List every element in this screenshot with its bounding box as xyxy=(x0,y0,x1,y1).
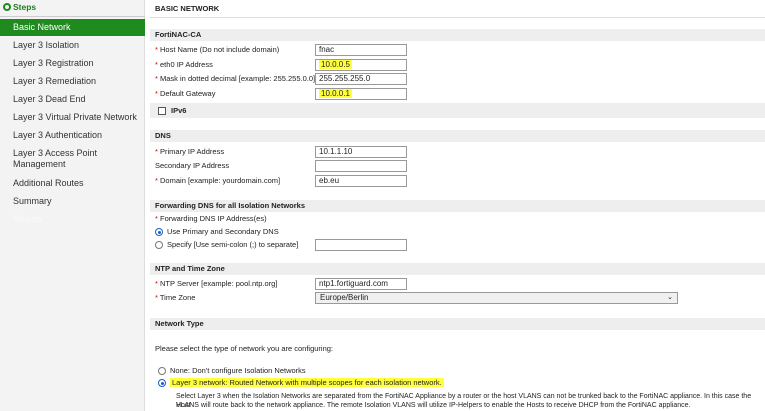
ipv6-checkbox[interactable] xyxy=(158,107,166,116)
gateway-input[interactable]: 10.0.0.1 xyxy=(315,88,407,100)
divider xyxy=(150,17,765,18)
ntp-label: * NTP Server [example: pool.ntp.org] xyxy=(155,279,278,288)
primary-dns-input[interactable]: 10.1.1.10 xyxy=(315,146,407,158)
section-forwarding-dns: Forwarding DNS for all Isolation Network… xyxy=(150,200,765,212)
sidebar-item-results: Results xyxy=(13,214,44,224)
sidebar: Steps Basic Network Layer 3 Isolation La… xyxy=(0,0,145,411)
radio-none[interactable] xyxy=(158,367,166,376)
sidebar-item-l3-authentication[interactable]: Layer 3 Authentication xyxy=(0,130,145,141)
steps-title: Steps xyxy=(13,2,37,12)
section-fortinac: FortiNAC-CA xyxy=(150,29,765,41)
domain-input[interactable]: eb.eu xyxy=(315,175,407,187)
radio-specify[interactable] xyxy=(155,241,163,250)
ntp-server-input[interactable]: ntp1.fortiguard.com xyxy=(315,278,407,290)
layer3-description-2: VLANS will route back to the network app… xyxy=(176,402,691,409)
host-name-input[interactable]: fnac xyxy=(315,44,407,56)
ipv6-label: IPv6 xyxy=(171,106,187,115)
specify-option[interactable]: Specify [Use semi-colon (;) to separate] xyxy=(155,240,298,250)
mask-label: * Mask in dotted decimal [example: 255.2… xyxy=(155,74,316,83)
network-type-prompt: Please select the type of network you ar… xyxy=(155,344,334,353)
section-ntp: NTP and Time Zone xyxy=(150,263,765,275)
sidebar-item-l3-vpn[interactable]: Layer 3 Virtual Private Network xyxy=(0,112,145,123)
steps-header: Steps xyxy=(3,2,36,12)
radio-layer3[interactable] xyxy=(158,379,166,388)
secondary-dns-input[interactable] xyxy=(315,160,407,172)
page-title: BASIC NETWORK xyxy=(155,4,220,13)
ipv6-row: IPv6 xyxy=(150,103,765,118)
section-dns: DNS xyxy=(150,130,765,142)
secondary-dns-label: Secondary IP Address xyxy=(155,161,230,170)
radio-use-primary[interactable] xyxy=(155,228,163,237)
divider xyxy=(0,16,145,17)
timezone-label: * Time Zone xyxy=(155,293,196,302)
sidebar-item-summary[interactable]: Summary xyxy=(0,196,145,207)
specify-dns-input[interactable] xyxy=(315,239,407,251)
layer3-option[interactable]: Layer 3 network: Routed Network with mul… xyxy=(158,378,444,388)
sidebar-item-additional-routes[interactable]: Additional Routes xyxy=(0,178,145,189)
gear-icon xyxy=(3,3,11,11)
section-network-type: Network Type xyxy=(150,318,765,330)
sidebar-item-l3-isolation[interactable]: Layer 3 Isolation xyxy=(0,40,145,51)
sidebar-item-l3-access-point[interactable]: Layer 3 Access Point Management xyxy=(0,148,125,170)
sidebar-item-l3-remediation[interactable]: Layer 3 Remediation xyxy=(0,76,145,87)
eth0-label: * eth0 IP Address xyxy=(155,60,213,69)
sidebar-item-l3-dead-end[interactable]: Layer 3 Dead End xyxy=(0,94,145,105)
gateway-label: * Default Gateway xyxy=(155,89,216,98)
forwarding-label: * Forwarding DNS IP Address(es) xyxy=(155,214,267,223)
use-primary-option[interactable]: Use Primary and Secondary DNS xyxy=(155,227,279,237)
domain-label: * Domain [example: yourdomain.com] xyxy=(155,176,281,185)
mask-input[interactable]: 255.255.255.0 xyxy=(315,73,407,85)
chevron-down-icon: ⌄ xyxy=(667,294,673,301)
sidebar-item-l3-registration[interactable]: Layer 3 Registration xyxy=(0,58,145,69)
sidebar-item-basic-network[interactable]: Basic Network xyxy=(0,19,145,36)
timezone-select[interactable]: Europe/Berlin ⌄ xyxy=(315,292,678,304)
none-option[interactable]: None: Don't configure Isolation Networks xyxy=(158,366,306,376)
host-label: * Host Name (Do not include domain) xyxy=(155,45,280,54)
primary-dns-label: * Primary IP Address xyxy=(155,147,225,156)
eth0-ip-input[interactable]: 10.0.0.5 xyxy=(315,59,407,71)
